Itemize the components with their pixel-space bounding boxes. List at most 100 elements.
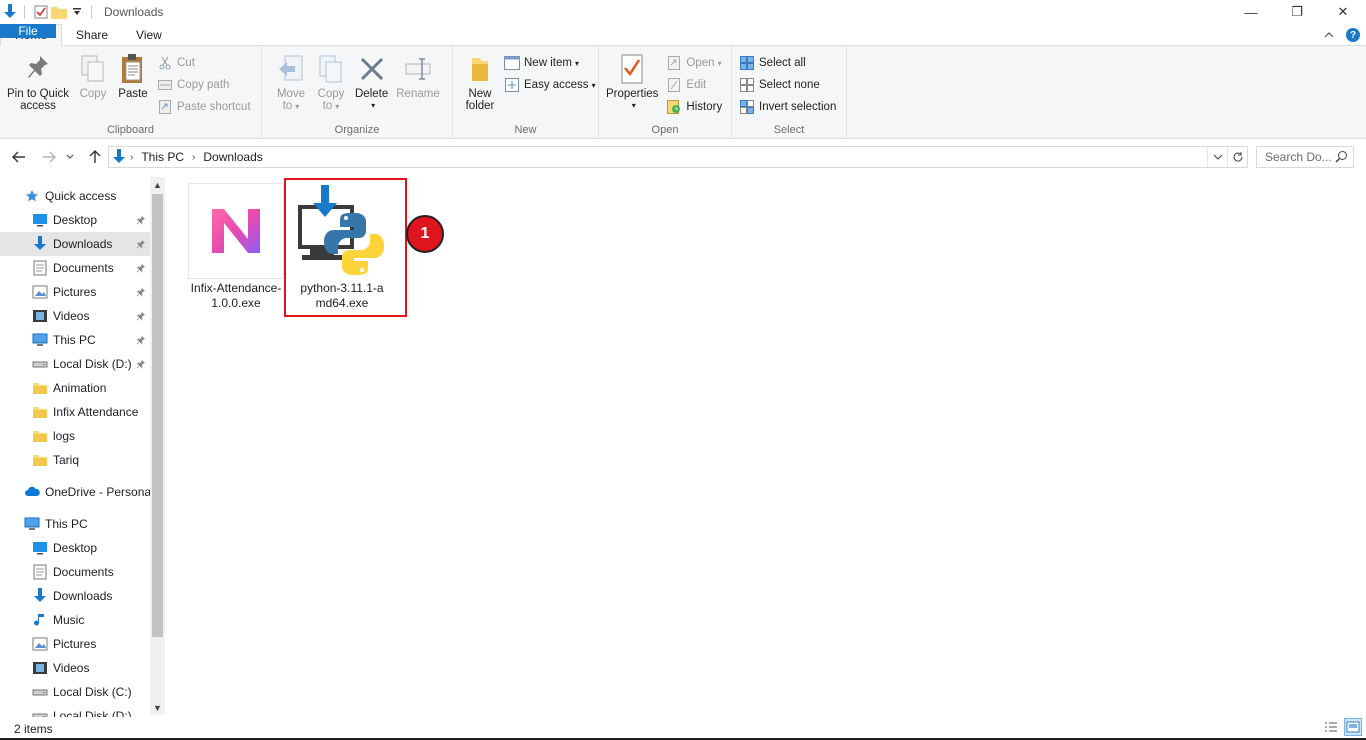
open-icon xyxy=(666,55,682,71)
ribbon: Pin to Quick access Copy Paste Cut Copy … xyxy=(0,46,1366,139)
nav-item-this-pc[interactable]: This PC xyxy=(0,328,150,352)
pin-icon xyxy=(136,238,146,252)
details-view-button[interactable] xyxy=(1322,718,1340,736)
group-organize: Move to ▾ Copy to ▾ Delete ▾ Rename Organi… xyxy=(262,46,453,139)
tab-share[interactable]: Share xyxy=(62,24,122,45)
desktop-icon xyxy=(32,540,48,556)
recent-locations-button[interactable] xyxy=(62,146,78,168)
window-title: Downloads xyxy=(104,5,164,19)
breadcrumb-downloads[interactable]: Downloads xyxy=(203,150,262,164)
nav-item-music[interactable]: Music xyxy=(0,608,150,632)
status-bar: 2 items xyxy=(0,717,1366,740)
nav-item-downloads[interactable]: Downloads xyxy=(0,232,150,256)
file-item-infix-attendance[interactable]: Infix-Attendance- 1.0.0.exe xyxy=(188,183,284,311)
nav-item-local-disk-d[interactable]: Local Disk (D:) xyxy=(0,704,150,717)
history-button[interactable]: History xyxy=(662,96,726,118)
folder-icon xyxy=(32,404,48,420)
nav-item-local-disk-c[interactable]: Local Disk (C:) xyxy=(0,680,150,704)
new-item-button[interactable]: New item ▾ xyxy=(500,52,600,74)
folder-icon xyxy=(32,452,48,468)
download-arrow-icon[interactable] xyxy=(2,4,18,20)
cut-button[interactable]: Cut xyxy=(153,52,255,74)
refresh-button[interactable] xyxy=(1227,147,1247,167)
nav-item-local-disk-d[interactable]: Local Disk (D:) xyxy=(0,352,150,376)
pin-icon xyxy=(136,358,146,372)
address-history-button[interactable] xyxy=(1207,147,1227,167)
select-all-button[interactable]: Select all xyxy=(735,52,840,74)
chevron-right-icon: › xyxy=(130,151,134,163)
nav-item-infix-attendance[interactable]: Infix Attendance xyxy=(0,400,150,424)
invert-selection-icon xyxy=(739,99,755,115)
nav-item-label: Local Disk (D:) xyxy=(53,709,132,717)
forward-button[interactable] xyxy=(38,146,60,168)
tab-view[interactable]: View xyxy=(122,24,176,45)
nav-item-label: Documents xyxy=(53,261,114,275)
customize-dropdown-icon[interactable] xyxy=(69,4,85,20)
scroll-up-button[interactable]: ▲ xyxy=(150,177,165,192)
nav-item-videos[interactable]: Videos xyxy=(0,304,150,328)
easy-access-icon xyxy=(504,77,520,93)
download-arrow-icon xyxy=(32,588,48,604)
nav-item-tariq[interactable]: Tariq xyxy=(0,448,150,472)
chevron-down-icon xyxy=(66,154,74,159)
arrow-up-icon xyxy=(89,150,101,163)
select-none-button[interactable]: Select none xyxy=(735,74,840,96)
nav-item-quick-access[interactable]: Quick access xyxy=(0,184,150,208)
chevron-up-icon[interactable] xyxy=(1324,28,1334,42)
nav-item-videos[interactable]: Videos xyxy=(0,656,150,680)
drive-icon xyxy=(32,356,48,372)
invert-selection-button[interactable]: Invert selection xyxy=(735,96,840,118)
copy-path-icon xyxy=(157,77,173,93)
chevron-down-icon xyxy=(1213,154,1222,160)
back-button[interactable] xyxy=(8,146,30,168)
edit-button[interactable]: Edit xyxy=(662,74,726,96)
delete-x-icon xyxy=(356,52,388,86)
address-bar[interactable]: › This PC › Downloads xyxy=(108,146,1248,168)
nav-item-desktop[interactable]: Desktop xyxy=(0,536,150,560)
nav-item-this-pc[interactable]: This PC xyxy=(0,512,150,536)
folder-icon xyxy=(32,428,48,444)
properties-check-icon[interactable] xyxy=(33,4,49,20)
scroll-thumb[interactable] xyxy=(152,194,163,637)
open-button[interactable]: Open ▾ xyxy=(662,52,726,74)
group-open: Properties ▾ Open ▾ Edit History Open xyxy=(599,46,732,139)
up-button[interactable] xyxy=(84,146,106,168)
large-icons-view-button[interactable] xyxy=(1344,718,1362,736)
copy-path-button[interactable]: Copy path xyxy=(153,74,255,96)
copy-to-icon xyxy=(315,52,347,86)
nav-item-documents[interactable]: Documents xyxy=(0,256,150,280)
infix-app-icon xyxy=(188,183,284,279)
title-bar: Downloads — ❐ ✕ xyxy=(0,0,1366,24)
large-icons-view-icon xyxy=(1346,721,1360,733)
paste-shortcut-button[interactable]: Paste shortcut xyxy=(153,96,255,118)
nav-item-animation[interactable]: Animation xyxy=(0,376,150,400)
pin-icon xyxy=(136,310,146,324)
close-button[interactable]: ✕ xyxy=(1320,0,1366,24)
nav-item-pictures[interactable]: Pictures xyxy=(0,280,150,304)
restore-button[interactable]: ❐ xyxy=(1274,0,1320,24)
nav-item-documents[interactable]: Documents xyxy=(0,560,150,584)
nav-item-label: Videos xyxy=(53,309,90,323)
new-folder-icon[interactable] xyxy=(51,4,67,20)
nav-item-pictures[interactable]: Pictures xyxy=(0,632,150,656)
group-new: New folder New item ▾ Easy access ▾ New xyxy=(453,46,599,139)
desktop-icon xyxy=(32,212,48,228)
tab-file[interactable]: File xyxy=(0,24,56,38)
nav-item-label: Quick access xyxy=(45,189,117,203)
nav-item-label: This PC xyxy=(53,333,96,347)
nav-item-downloads[interactable]: Downloads xyxy=(0,584,150,608)
select-none-icon xyxy=(739,77,755,93)
nav-scrollbar[interactable]: ▲ ▼ xyxy=(150,177,165,715)
nav-item-logs[interactable]: logs xyxy=(0,424,150,448)
download-arrow-icon xyxy=(112,149,126,165)
easy-access-button[interactable]: Easy access ▾ xyxy=(500,74,600,96)
search-input[interactable]: Search Do... xyxy=(1256,146,1354,168)
help-icon[interactable]: ? xyxy=(1346,28,1360,42)
scroll-down-button[interactable]: ▼ xyxy=(150,700,165,715)
copy-icon xyxy=(77,52,109,86)
nav-item-desktop[interactable]: Desktop xyxy=(0,208,150,232)
star-icon xyxy=(24,188,40,204)
breadcrumb-this-pc[interactable]: This PC xyxy=(141,150,184,164)
minimize-button[interactable]: — xyxy=(1228,0,1274,24)
nav-item-onedrive-personal[interactable]: OneDrive - Personal xyxy=(0,480,150,504)
